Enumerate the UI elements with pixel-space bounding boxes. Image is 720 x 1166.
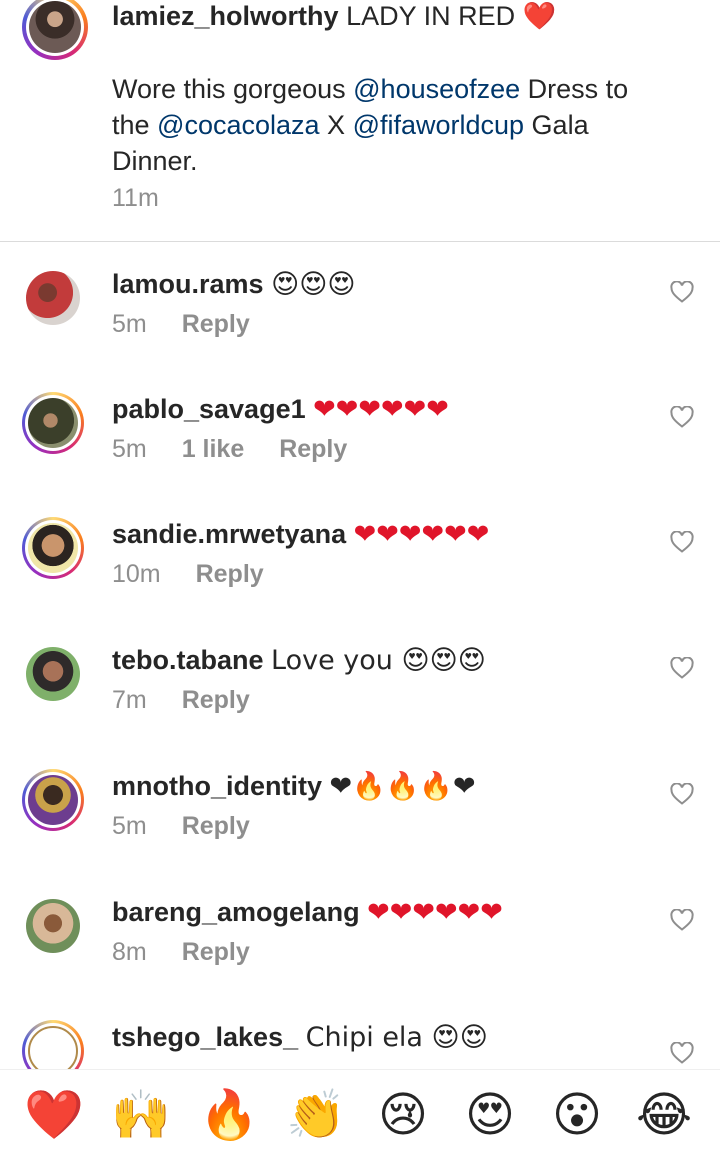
comment-meta: 8m Reply <box>112 937 278 967</box>
comment-text: ❤❤❤❤❤❤ <box>367 897 503 928</box>
comment-text: Love you 😍😍😍 <box>271 645 486 676</box>
reply-button[interactable]: Reply <box>279 435 347 463</box>
comment-username[interactable]: sandie.mrwetyana <box>112 519 346 549</box>
comment-meta: 10m Reply <box>112 559 292 589</box>
comment-time: 8m <box>112 938 147 966</box>
like-heart-icon[interactable] <box>670 1042 694 1064</box>
comment-meta: 5m 1 like Reply <box>112 434 375 464</box>
like-heart-icon[interactable] <box>670 657 694 679</box>
comment-username[interactable]: pablo_savage1 <box>112 394 306 424</box>
tears-of-joy-emoji-button[interactable]: 😂 <box>631 1085 697 1145</box>
like-heart-icon[interactable] <box>670 281 694 303</box>
caption-timestamp: 11m <box>112 184 159 212</box>
comment-content: bareng_amogelang ❤❤❤❤❤❤ <box>112 895 503 930</box>
comment-username[interactable]: lamou.rams <box>112 269 264 299</box>
caption-text: lamiez_holworthy LADY IN RED ❤️ Wore thi… <box>112 0 672 179</box>
caption-body-3: X <box>319 110 353 140</box>
avatar[interactable] <box>22 643 84 705</box>
comment-item: bareng_amogelang ❤❤❤❤❤❤ 8m Reply <box>0 895 720 1021</box>
reply-button[interactable]: Reply <box>182 938 250 966</box>
avatar[interactable] <box>22 1020 84 1069</box>
comment-text: ❤❤❤❤❤❤ <box>353 519 490 550</box>
like-heart-icon[interactable] <box>670 531 694 553</box>
likes-count[interactable]: 1 like <box>182 435 245 463</box>
comment-time: 5m <box>112 310 147 338</box>
comment-text: ❤🔥🔥🔥❤ <box>329 771 476 802</box>
comment-meta: 5m Reply <box>112 309 278 339</box>
comment-content: tshego_lakes_ Chipi ela 😍😍 <box>112 1020 488 1055</box>
comment-content: tebo.tabane Love you 😍😍😍 <box>112 643 486 678</box>
red-heart-emoji-button[interactable]: ❤️ <box>21 1085 87 1145</box>
raising-hands-emoji-button[interactable]: 🙌 <box>108 1085 174 1145</box>
comment-time: 7m <box>112 686 147 714</box>
mention-cocacolaza[interactable]: @cocacolaza <box>157 110 320 140</box>
clapping-hands-emoji-button[interactable]: 👏 <box>283 1085 349 1145</box>
comment-username[interactable]: mnotho_identity <box>112 771 322 801</box>
comment-item: lamou.rams 😍😍😍 5m Reply <box>0 267 720 393</box>
post-caption: lamiez_holworthy LADY IN RED ❤️ Wore thi… <box>0 0 720 241</box>
comment-text: ❤❤❤❤❤❤ <box>313 394 449 425</box>
like-heart-icon[interactable] <box>670 783 694 805</box>
like-heart-icon[interactable] <box>670 909 694 931</box>
reply-button[interactable]: Reply <box>182 310 250 338</box>
comment-username[interactable]: tebo.tabane <box>112 645 264 675</box>
comment-meta: 7m Reply <box>112 685 278 715</box>
caption-title: LADY IN RED <box>346 1 516 31</box>
divider <box>0 241 720 242</box>
comment-username[interactable]: bareng_amogelang <box>112 897 360 927</box>
caption-username[interactable]: lamiez_holworthy <box>112 1 339 31</box>
comment-content: pablo_savage1 ❤❤❤❤❤❤ <box>112 392 449 427</box>
quick-reaction-bar: ❤️ 🙌 🔥 👏 😢 😍 😮 😂 <box>0 1069 720 1166</box>
avatar[interactable] <box>22 895 84 957</box>
avatar[interactable] <box>22 392 84 454</box>
avatar[interactable] <box>22 267 84 329</box>
surprised-face-emoji-button[interactable]: 😮 <box>544 1085 610 1145</box>
like-heart-icon[interactable] <box>670 406 694 428</box>
comment-text: 😍😍😍 <box>271 269 356 300</box>
comment-item: tshego_lakes_ Chipi ela 😍😍 <box>0 1020 720 1069</box>
crying-face-emoji-button[interactable]: 😢 <box>370 1085 436 1145</box>
reply-button[interactable]: Reply <box>196 560 264 588</box>
author-avatar[interactable] <box>22 0 88 60</box>
comment-text: Chipi ela 😍😍 <box>305 1022 488 1053</box>
mention-houseofzee[interactable]: @houseofzee <box>353 74 520 104</box>
comment-content: mnotho_identity ❤🔥🔥🔥❤ <box>112 769 476 804</box>
fire-emoji-button[interactable]: 🔥 <box>196 1085 262 1145</box>
avatar[interactable] <box>22 769 84 831</box>
mention-fifaworldcup[interactable]: @fifaworldcup <box>353 110 524 140</box>
comment-item: pablo_savage1 ❤❤❤❤❤❤ 5m 1 like Reply <box>0 392 720 518</box>
avatar[interactable] <box>22 517 84 579</box>
reply-button[interactable]: Reply <box>182 686 250 714</box>
comment-time: 5m <box>112 435 147 463</box>
comment-content: sandie.mrwetyana ❤❤❤❤❤❤ <box>112 517 489 552</box>
red-heart-emoji: ❤️ <box>522 1 557 32</box>
heart-eyes-emoji-button[interactable]: 😍 <box>457 1085 523 1145</box>
comment-item: mnotho_identity ❤🔥🔥🔥❤ 5m Reply <box>0 769 720 895</box>
reply-button[interactable]: Reply <box>182 812 250 840</box>
comment-username[interactable]: tshego_lakes_ <box>112 1022 298 1052</box>
comment-content: lamou.rams 😍😍😍 <box>112 267 356 302</box>
caption-body-1: Wore this gorgeous <box>112 74 354 104</box>
comment-time: 5m <box>112 812 147 840</box>
comment-item: sandie.mrwetyana ❤❤❤❤❤❤ 10m Reply <box>0 517 720 643</box>
comment-meta: 5m Reply <box>112 811 278 841</box>
comment-time: 10m <box>112 560 161 588</box>
comment-item: tebo.tabane Love you 😍😍😍 7m Reply <box>0 643 720 769</box>
